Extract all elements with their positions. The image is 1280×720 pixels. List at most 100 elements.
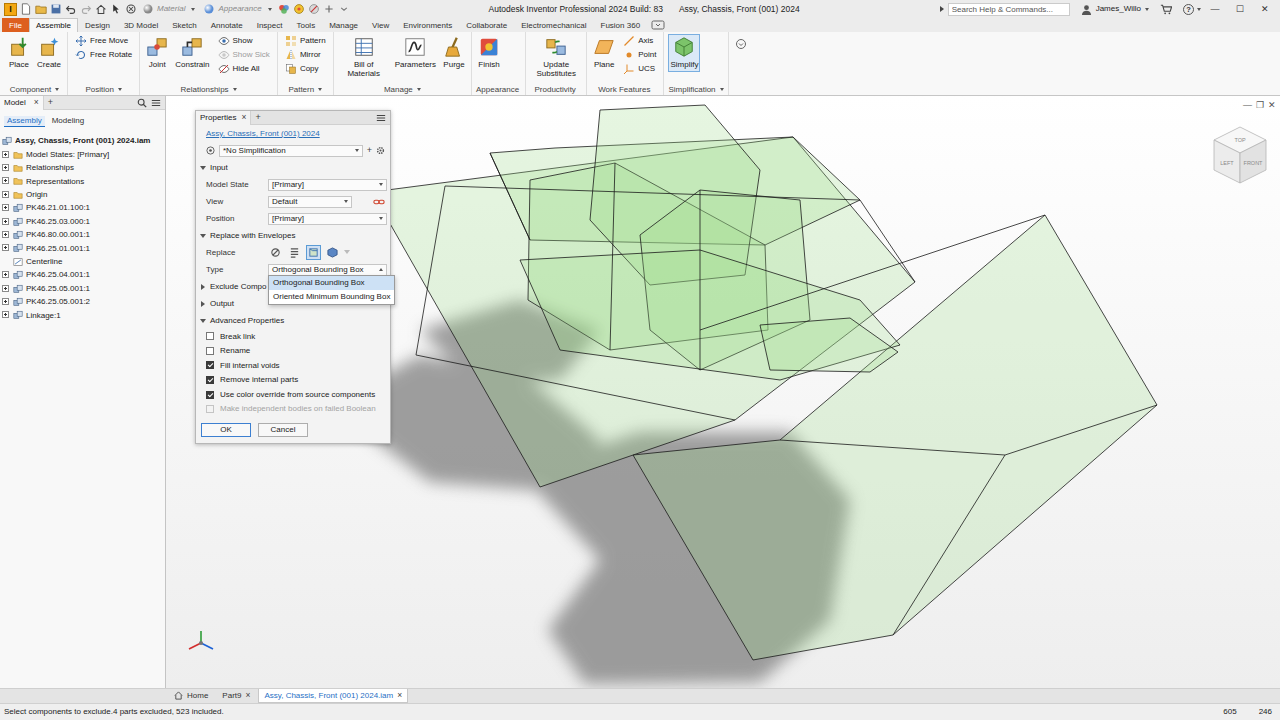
expand-toggle[interactable] <box>2 191 9 198</box>
model-tab[interactable]: Model× <box>0 96 44 110</box>
command-button[interactable]: Free Move <box>72 34 135 48</box>
command-button[interactable]: Copy <box>282 62 329 76</box>
close-tab-button[interactable]: × <box>397 690 402 700</box>
expand-toggle[interactable] <box>2 218 9 225</box>
group-menu-caret[interactable] <box>118 88 122 91</box>
link-icon[interactable] <box>373 197 385 207</box>
expander[interactable] <box>2 191 10 199</box>
cart-icon[interactable] <box>1160 4 1172 15</box>
ribbon-command[interactable]: Constrain <box>173 34 211 72</box>
tree-item[interactable]: Linkage:1 <box>2 309 165 322</box>
checkbox[interactable] <box>206 376 214 384</box>
command-button[interactable]: UCS <box>620 62 659 76</box>
replace-option-button[interactable] <box>306 245 321 260</box>
ribbon-options-icon[interactable] <box>735 38 747 50</box>
view-cube[interactable]: TOPLEFTFRONT <box>1214 127 1266 183</box>
tree-item[interactable]: PK46.25.03.000:1 <box>2 215 165 228</box>
ribbon-command[interactable]: Joint <box>144 34 170 72</box>
adjust-appearance-icon[interactable] <box>278 3 290 15</box>
ribbon-tab[interactable]: Manage <box>322 18 365 32</box>
document-tab[interactable]: Assy, Chassis, Front (001) 2024.iam× <box>258 689 408 703</box>
appearance-browser-icon[interactable] <box>293 3 305 15</box>
expander[interactable] <box>2 204 10 212</box>
home-icon[interactable] <box>95 3 107 15</box>
tree-item[interactable]: PK46.25.04.001:1 <box>2 269 165 282</box>
ribbon-tab[interactable]: Environments <box>396 18 459 32</box>
expander[interactable] <box>2 244 10 252</box>
ribbon-tab[interactable]: Tools <box>289 18 322 32</box>
ribbon-command[interactable]: Update Substitutes <box>530 34 582 81</box>
type-option[interactable]: Oriented Minimum Bounding Box <box>269 290 394 304</box>
expand-toggle[interactable] <box>2 285 9 292</box>
more-icon[interactable] <box>338 3 350 15</box>
expand-toggle[interactable] <box>2 164 9 171</box>
search-icon[interactable] <box>137 98 147 108</box>
add-icon[interactable] <box>323 3 335 15</box>
command-button[interactable]: Update Substitutes <box>530 34 582 81</box>
document-tab[interactable]: Home <box>168 689 214 703</box>
expander[interactable] <box>2 231 10 239</box>
tree-item[interactable]: PK46.25.05.001:1 <box>2 282 165 295</box>
input-section[interactable]: Input <box>196 159 390 176</box>
command-button[interactable]: Parameters <box>393 34 438 72</box>
expander[interactable] <box>2 177 10 185</box>
command-button[interactable]: Plane <box>591 34 617 72</box>
ribbon-command[interactable]: Free Rotate <box>72 48 135 62</box>
view-control-button[interactable]: ✕ <box>1268 100 1276 111</box>
close-button[interactable]: × <box>34 97 39 107</box>
ribbon-tab[interactable]: Assemble <box>29 18 78 32</box>
material-dropdown[interactable]: Material <box>140 4 198 14</box>
command-button[interactable]: Simplify <box>668 34 700 72</box>
ribbon-command[interactable]: Create <box>35 34 63 72</box>
field-dropdown[interactable]: [Primary] <box>268 179 387 191</box>
replace-option-button[interactable] <box>325 245 340 260</box>
command-button[interactable]: Hide All <box>215 62 273 76</box>
command-button[interactable]: Create <box>35 34 63 72</box>
envelope-boxes[interactable] <box>372 105 1157 660</box>
tree-item[interactable]: PK46.25.01.001:1 <box>2 242 165 255</box>
tree-root[interactable]: Assy, Chassis, Front (001) 2024.iam <box>2 135 165 148</box>
expand-toggle[interactable] <box>2 231 9 238</box>
envelopes-section[interactable]: Replace with Envelopes <box>196 227 390 244</box>
user-menu[interactable]: James_Willo <box>1081 4 1149 15</box>
ribbon-command[interactable]: Simplify <box>668 34 700 72</box>
add-tab-button[interactable]: + <box>255 112 260 123</box>
menu-icon[interactable] <box>376 113 386 123</box>
tree-item[interactable]: PK46.25.05.001:2 <box>2 295 165 308</box>
ribbon-command[interactable]: Mirror <box>282 48 329 62</box>
view-control-button[interactable]: ❐ <box>1256 100 1264 111</box>
checkbox[interactable] <box>206 391 214 399</box>
checkbox[interactable] <box>206 332 214 340</box>
cancel-icon[interactable] <box>125 3 137 15</box>
expand-toggle[interactable] <box>2 271 9 278</box>
ribbon-command[interactable]: Free Move <box>72 34 135 48</box>
expand-toggle[interactable] <box>2 204 9 211</box>
ribbon-tab[interactable]: Design <box>78 18 117 32</box>
settings-gear-icon[interactable] <box>376 146 385 155</box>
replace-option-button[interactable] <box>268 245 283 260</box>
ribbon-command[interactable]: Purge <box>441 34 467 72</box>
expand-toggle[interactable] <box>2 151 9 158</box>
checkbox-row[interactable]: Fill internal voids <box>196 358 390 373</box>
command-button[interactable]: Free Rotate <box>72 48 135 62</box>
ribbon-command[interactable]: Show <box>215 34 273 48</box>
new-file-icon[interactable] <box>20 3 32 15</box>
tree-item[interactable]: Centerline <box>2 255 165 268</box>
expand-caret-icon[interactable] <box>201 301 205 307</box>
checkbox-row[interactable]: Use color override from source component… <box>196 387 390 402</box>
expand-caret-icon[interactable] <box>200 234 206 238</box>
viewcube-label[interactable]: LEFT <box>1220 160 1234 166</box>
clear-appearance-icon[interactable] <box>308 3 320 15</box>
expand-toggle[interactable] <box>2 298 9 305</box>
group-menu-caret[interactable] <box>318 88 322 91</box>
window-control-button[interactable]: — <box>1204 4 1226 15</box>
expand-caret-icon[interactable] <box>200 319 206 323</box>
tree-item[interactable]: PK46.80.00.001:1 <box>2 228 165 241</box>
tree-item[interactable]: Origin <box>2 188 165 201</box>
ribbon-tab[interactable]: Collaborate <box>459 18 514 32</box>
field-dropdown[interactable]: Default <box>268 196 352 208</box>
source-link[interactable]: Assy, Chassis, Front (001) 2024 <box>206 129 320 139</box>
expander[interactable] <box>2 218 10 226</box>
ribbon-command[interactable]: Axis <box>620 34 659 48</box>
group-menu-caret[interactable] <box>55 88 59 91</box>
